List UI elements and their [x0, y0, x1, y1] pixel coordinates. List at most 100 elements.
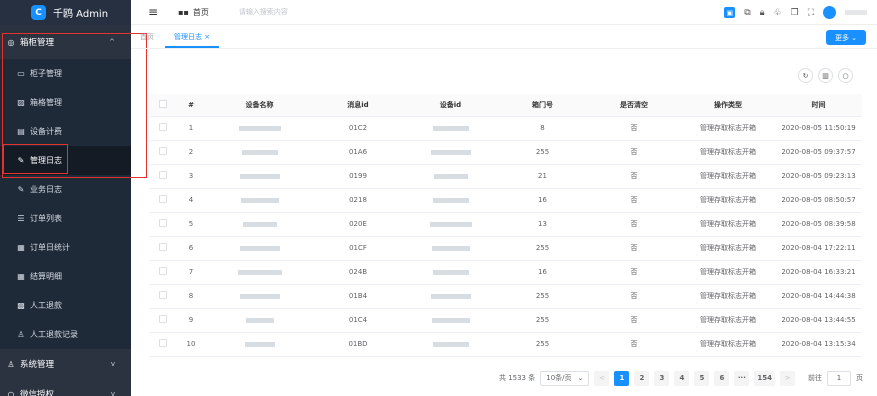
next-page-button[interactable]: >: [780, 370, 795, 386]
menu-group-cabinet[interactable]: ◎ 箱柜管理 ^: [0, 25, 131, 59]
tabs-bar: 首页 管理日志 × 更多 ⌄: [131, 25, 877, 49]
cell-index: 5: [176, 212, 206, 237]
cell-device-id: [403, 140, 498, 165]
cell-device-id: [403, 188, 498, 213]
row-checkbox[interactable]: [149, 260, 176, 285]
sidebar-item[interactable]: ☰ 订单列表: [0, 204, 131, 233]
row-checkbox[interactable]: [149, 188, 176, 213]
page-number-button[interactable]: 5: [694, 370, 710, 386]
cell-time: 2020-08-04 13:15:34: [775, 332, 862, 357]
row-checkbox[interactable]: [149, 116, 176, 141]
sidebar-item[interactable]: ▩ 人工退款: [0, 291, 131, 320]
hamburger-icon[interactable]: ≡: [148, 5, 158, 19]
page-number-button[interactable]: 4: [674, 370, 690, 386]
page-number-button[interactable]: ···: [734, 370, 750, 386]
cell-time: 2020-08-05 11:50:19: [775, 116, 862, 141]
chevron-down-icon: v: [110, 390, 115, 396]
more-button[interactable]: 更多 ⌄: [826, 30, 866, 45]
refresh-icon[interactable]: ↻: [798, 68, 813, 83]
image-icon: ▨: [17, 98, 25, 107]
col-header: 消息id: [313, 94, 403, 117]
sidebar-item[interactable]: ♙ 人工退款记录: [0, 320, 131, 349]
lock-icon[interactable]: 🔒︎: [760, 8, 765, 18]
cell-device-name: [206, 260, 313, 285]
page-number-button[interactable]: 6: [714, 370, 730, 386]
cell-door-number: 255: [498, 308, 587, 333]
table-row[interactable]: 9 01C4 255 否管理存取标志开箱 2020-08-04 13:44:55: [149, 308, 862, 333]
table-row[interactable]: 4 0218 16 否管理存取标志开箱 2020-08-05 08:50:57: [149, 188, 862, 213]
cell-time: 2020-08-05 08:39:58: [775, 212, 862, 237]
page-number-button[interactable]: 3: [654, 370, 670, 386]
username[interactable]: [845, 10, 867, 15]
redacted-text: [432, 125, 469, 131]
shirt-icon[interactable]: ♧: [774, 8, 782, 18]
row-checkbox[interactable]: [149, 308, 176, 333]
cell-operation-type: 管理存取标志开箱: [681, 116, 775, 141]
page-size-select[interactable]: 10条/页 ⌄: [540, 370, 590, 386]
table-row[interactable]: 3 0199 21 否管理存取标志开箱 2020-08-05 09:23:13: [149, 164, 862, 189]
sidebar-item[interactable]: ▨ 箱格管理: [0, 88, 131, 117]
table-row[interactable]: 7 024B 16 否管理存取标志开箱 2020-08-04 16:33:21: [149, 260, 862, 285]
tab-home[interactable]: 首页: [131, 24, 163, 48]
redacted-text: [241, 149, 278, 155]
breadcrumb-home[interactable]: 首页: [193, 7, 209, 18]
row-checkbox[interactable]: [149, 140, 176, 165]
row-checkbox[interactable]: [149, 212, 176, 237]
cell-operation-type: 管理存取标志开箱: [681, 164, 775, 189]
cell-cleared: 否: [587, 308, 681, 333]
cell-cleared: 否: [587, 188, 681, 213]
table-header-row: # 设备名称 消息id 设备id 箱门号 是否清空 操作类型 时间: [149, 94, 862, 117]
copy-icon[interactable]: ❐: [791, 8, 799, 18]
menu-group-system[interactable]: ♙ 系统管理 v: [0, 349, 131, 379]
chart-icon: ▦: [17, 272, 25, 281]
table-row[interactable]: 1 01C2 8 否管理存取标志开箱 2020-08-05 11:50:19: [149, 116, 862, 141]
sidebar-item[interactable]: ▦ 结算明细: [0, 262, 131, 291]
prev-page-button[interactable]: <: [594, 370, 610, 386]
select-all-checkbox[interactable]: [149, 94, 176, 117]
sidebar-item[interactable]: ✎ 管理日志: [0, 146, 131, 175]
cell-message-id: 01B4: [313, 284, 403, 309]
cell-message-id: 01CF: [313, 236, 403, 261]
table-row[interactable]: 6 01CF 255 否管理存取标志开箱 2020-08-04 17:22:11: [149, 236, 862, 261]
cell-operation-type: 管理存取标志开箱: [681, 332, 775, 357]
row-checkbox[interactable]: [149, 164, 176, 189]
table-row[interactable]: 10 01BD 255 否管理存取标志开箱 2020-08-04 13:15:34: [149, 332, 862, 357]
page-number-button[interactable]: 154: [754, 370, 775, 386]
table-row[interactable]: 5 020E 13 否管理存取标志开箱 2020-08-05 08:39:58: [149, 212, 862, 237]
tab-management-log[interactable]: 管理日志 ×: [165, 24, 220, 48]
cell-device-name: [206, 164, 313, 189]
row-checkbox[interactable]: [149, 332, 176, 357]
redacted-text: [242, 221, 277, 227]
cell-device-id: [403, 284, 498, 309]
close-icon[interactable]: ×: [204, 33, 210, 41]
sidebar-item[interactable]: ▦ 订单日统计: [0, 233, 131, 262]
brand: C 千鸥 Admin: [0, 0, 131, 25]
cell-door-number: 13: [498, 212, 587, 237]
row-checkbox[interactable]: [149, 284, 176, 309]
sidebar-item-label: 人工退款: [30, 301, 62, 310]
goto-page-input[interactable]: 1: [827, 370, 851, 386]
redacted-text: [431, 317, 470, 323]
fullscreen-icon[interactable]: ⛶: [808, 8, 814, 18]
menu-group-wechat[interactable]: ○ 微信授权 v: [0, 379, 131, 396]
redacted-text: [430, 149, 471, 155]
row-checkbox[interactable]: [149, 236, 176, 261]
cell-door-number: 255: [498, 332, 587, 357]
dashboard-icon[interactable]: ▣: [724, 7, 736, 18]
page-number-button[interactable]: 2: [634, 370, 650, 386]
sidebar-item[interactable]: ▤ 设备计费: [0, 117, 131, 146]
table-row[interactable]: 2 01A6 255 否管理存取标志开箱 2020-08-05 09:37:57: [149, 140, 862, 165]
sidebar-item[interactable]: ✎ 业务日志: [0, 175, 131, 204]
table-row[interactable]: 8 01B4 255 否管理存取标志开箱 2020-08-04 14:44:38: [149, 284, 862, 309]
avatar[interactable]: [823, 6, 836, 19]
search-icon[interactable]: ○: [838, 68, 853, 83]
cell-cleared: 否: [587, 260, 681, 285]
search-input[interactable]: 请输入搜索内容: [239, 7, 288, 17]
columns-icon[interactable]: ▥: [818, 68, 833, 83]
screenshot-icon[interactable]: ⧉: [744, 8, 750, 18]
goto-label: 前往: [808, 374, 822, 382]
cell-index: 9: [176, 308, 206, 333]
page-number-button[interactable]: 1: [614, 370, 630, 386]
sidebar-item[interactable]: ▭ 柜子管理: [0, 59, 131, 88]
log-table: # 设备名称 消息id 设备id 箱门号 是否清空 操作类型 时间 1 01C2 8…: [149, 94, 862, 357]
